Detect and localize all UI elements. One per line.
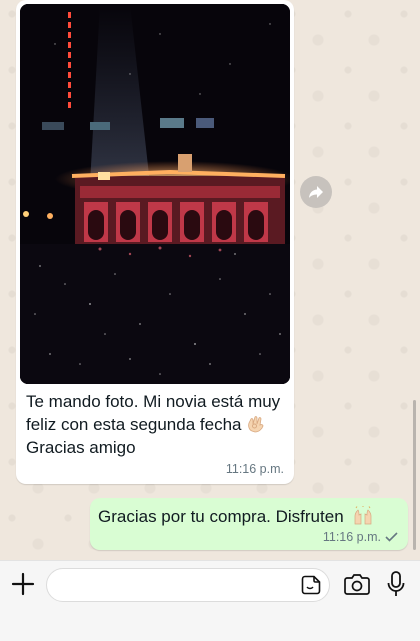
microphone-button[interactable] bbox=[386, 570, 406, 598]
incoming-message-text-part1: Te mando foto. Mi novia está muy feliz c… bbox=[26, 392, 281, 434]
message-composer-bar bbox=[0, 560, 420, 641]
attach-button[interactable] bbox=[10, 571, 36, 597]
single-check-icon bbox=[385, 532, 398, 542]
outgoing-message-text: Gracias por tu compra. Disfruten bbox=[98, 506, 374, 527]
incoming-message-text: Te mando foto. Mi novia está muy feliz c… bbox=[26, 390, 288, 459]
message-photo[interactable] bbox=[20, 4, 290, 384]
message-input-field[interactable] bbox=[46, 568, 330, 603]
raising-hands-emoji-icon bbox=[355, 506, 372, 525]
outgoing-message-bubble[interactable]: Gracias por tu compra. Disfruten 11:16 p… bbox=[90, 498, 408, 550]
sticker-button[interactable] bbox=[301, 575, 321, 595]
incoming-message-time: 11:16 p.m. bbox=[225, 462, 284, 476]
microphone-icon bbox=[387, 571, 405, 596]
camera-icon bbox=[344, 574, 370, 595]
sticker-icon bbox=[301, 575, 321, 595]
ok-hand-emoji-icon bbox=[248, 416, 264, 433]
outgoing-message-meta: 11:16 p.m. bbox=[323, 530, 398, 544]
plus-icon bbox=[11, 572, 35, 596]
concert-photo-image bbox=[20, 4, 290, 384]
outgoing-message-text-content: Gracias por tu compra. Disfruten bbox=[98, 507, 344, 526]
forward-arrow-icon bbox=[309, 186, 323, 198]
chat-scrollbar[interactable] bbox=[413, 400, 416, 550]
outgoing-message-time: 11:16 p.m. bbox=[322, 530, 381, 544]
incoming-message-text-part2: Gracias amigo bbox=[26, 438, 136, 457]
camera-button[interactable] bbox=[344, 573, 370, 595]
incoming-message-bubble[interactable]: Te mando foto. Mi novia está muy feliz c… bbox=[16, 0, 294, 484]
message-input[interactable] bbox=[61, 569, 285, 603]
forward-button[interactable] bbox=[300, 176, 332, 208]
